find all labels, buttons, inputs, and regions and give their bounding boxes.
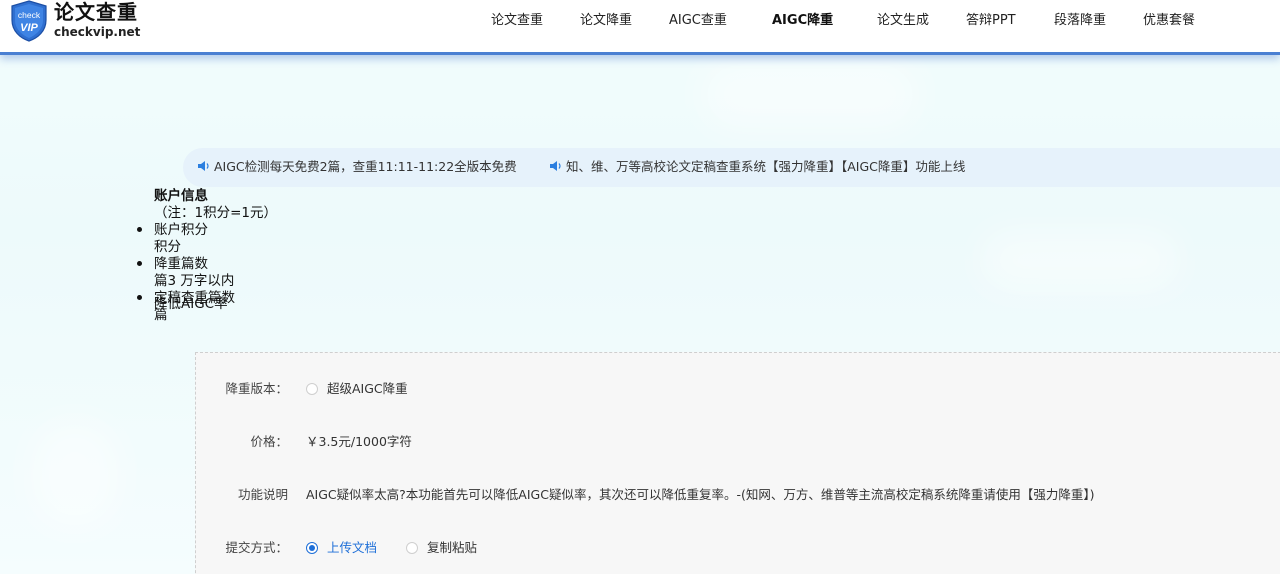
notice-item[interactable]: 知、维、万等高校论文定稿查重系统【强力降重】【AIGC降重】功能上线 bbox=[549, 159, 965, 175]
nav-item-paragraph-reduce[interactable]: 段落降重 bbox=[1054, 12, 1106, 30]
copy-paste-radio[interactable] bbox=[406, 542, 418, 554]
upload-document-label[interactable]: 上传文档 bbox=[327, 540, 377, 556]
account-reduce-label: 降重篇数 bbox=[154, 256, 208, 272]
top-header: check VIP 论文查重 checkvip.net 论文查重 论文降重 AI… bbox=[0, 0, 1280, 55]
price-label: 价格： bbox=[250, 434, 288, 449]
main-nav: 论文查重 论文降重 AIGC查重 AIGC降重 论文生成 答辩PPT 段落降重 … bbox=[0, 12, 1280, 32]
version-option-label[interactable]: 超级AIGC降重 bbox=[327, 381, 408, 397]
account-info-title: 账户信息 bbox=[154, 188, 208, 204]
account-points-unit: 积分 bbox=[154, 239, 181, 255]
notice-text: 知、维、万等高校论文定稿查重系统【强力降重】【AIGC降重】功能上线 bbox=[566, 159, 966, 174]
notice-text: AIGC检测每天免费2篇，查重11:11-11:22全版本免费 bbox=[214, 159, 517, 174]
nav-item-paper-reduce[interactable]: 论文降重 bbox=[580, 12, 632, 30]
nav-item-defense-ppt[interactable]: 答辩PPT bbox=[966, 12, 1016, 30]
account-points-label: 账户积分 bbox=[154, 222, 208, 238]
background-patch bbox=[980, 230, 1180, 290]
list-bullet bbox=[137, 261, 142, 266]
description-label: 功能说明 bbox=[237, 487, 288, 502]
notice-bar: AIGC检测每天免费2篇，查重11:11-11:22全版本免费 知、维、万等高校… bbox=[183, 148, 1280, 187]
nav-item-paper-generate[interactable]: 论文生成 bbox=[877, 12, 929, 30]
list-bullet bbox=[137, 227, 142, 232]
nav-item-aigc-check[interactable]: AIGC查重 bbox=[669, 12, 727, 30]
speaker-icon bbox=[198, 161, 209, 171]
account-note: （注：1积分=1元） bbox=[154, 205, 277, 221]
description-value: AIGC疑似率太高?本功能首先可以降低AIGC疑似率，其次还可以降低重复率。-(… bbox=[306, 487, 1095, 502]
background-patch bbox=[30, 420, 120, 530]
speaker-icon bbox=[550, 161, 561, 171]
version-label: 降重版本： bbox=[225, 381, 288, 396]
list-bullet bbox=[137, 295, 142, 300]
reduce-form-panel: 降重版本： 超级AIGC降重 价格： ￥3.5元/1000字符 功能说明 AIG… bbox=[195, 352, 1280, 574]
nav-item-discount-package[interactable]: 优惠套餐 bbox=[1143, 12, 1195, 30]
nav-item-paper-check[interactable]: 论文查重 bbox=[491, 12, 543, 30]
account-reduce-unit: 篇3 万字以内 bbox=[154, 273, 235, 289]
background-patch bbox=[700, 60, 920, 130]
nav-item-aigc-reduce[interactable]: AIGC降重 bbox=[772, 12, 833, 30]
upload-document-radio[interactable] bbox=[306, 542, 318, 554]
submit-method-label: 提交方式： bbox=[225, 540, 288, 555]
account-final-unit: 篇 bbox=[154, 307, 168, 323]
price-value: ￥3.5元/1000字符 bbox=[306, 434, 412, 449]
version-radio[interactable] bbox=[306, 383, 318, 395]
notice-item[interactable]: AIGC检测每天免费2篇，查重11:11-11:22全版本免费 bbox=[197, 159, 517, 175]
copy-paste-label[interactable]: 复制粘贴 bbox=[427, 540, 477, 556]
